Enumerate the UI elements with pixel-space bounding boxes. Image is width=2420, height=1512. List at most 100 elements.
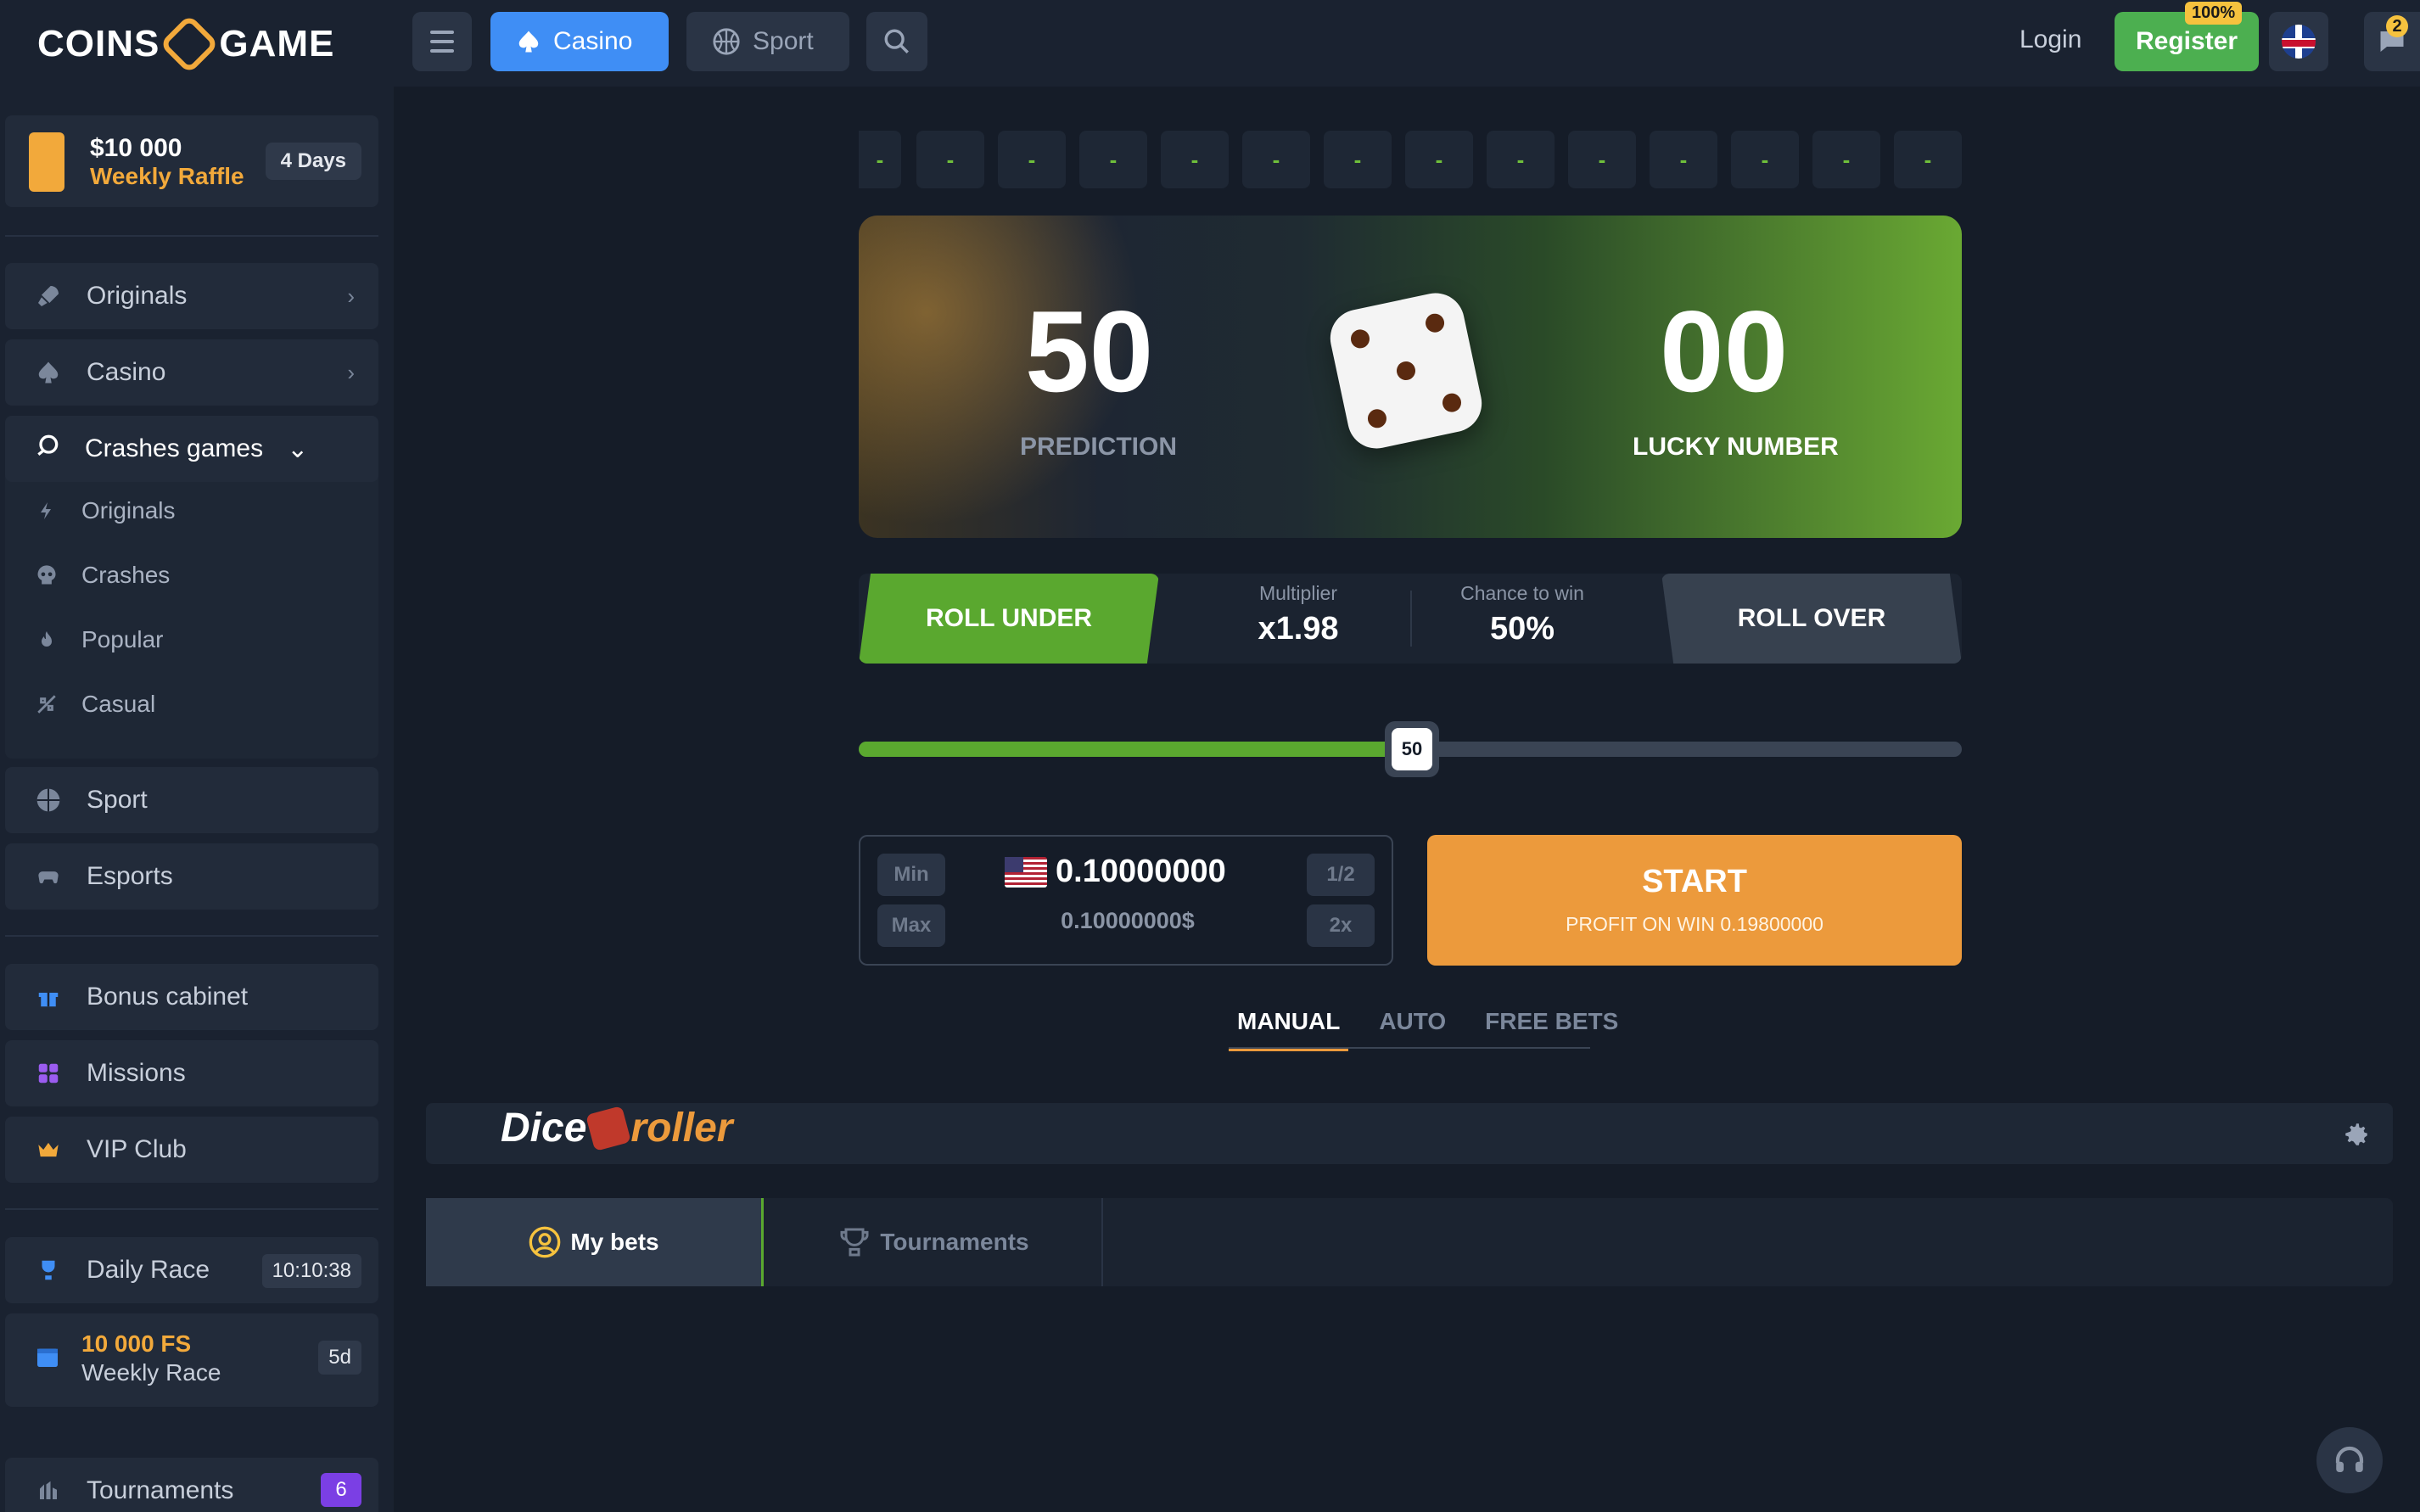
start-button[interactable]: START PROFIT ON WIN 0.19800000 [1427, 835, 1962, 966]
bet-mode-tabs: MANUAL AUTO FREE BETS [1229, 1008, 1627, 1051]
sidebar-item-tournaments[interactable]: Tournaments 6 [5, 1458, 378, 1512]
history-item: - [916, 131, 984, 188]
game-brand-bar: Dice roller [426, 1103, 2393, 1164]
sidebar-subitem-crashes[interactable]: Crashes [34, 562, 170, 589]
history-item: - [1324, 131, 1392, 188]
red-dice-icon [585, 1105, 632, 1151]
history-item: - [1242, 131, 1310, 188]
bet-amount-input[interactable]: 0.10000000 [1005, 854, 1226, 890]
coin-logo-icon [160, 14, 220, 75]
casual-icon [34, 692, 59, 717]
history-item: - [1731, 131, 1799, 188]
divider [5, 235, 378, 237]
chevron-right-icon: › [347, 283, 355, 309]
tournament-icon [34, 1476, 63, 1505]
weekly-race-days: 5d [318, 1341, 361, 1375]
raffle-amount: $10 000 [90, 134, 182, 162]
register-bonus-badge: 100% [2185, 2, 2243, 25]
bet-amount-box: Min Max 0.10000000 0.10000000$ 1/2 2x [859, 835, 1393, 966]
us-flag-icon [1005, 856, 1047, 888]
support-button[interactable] [2316, 1427, 2383, 1493]
roll-controls: ROLL UNDER Multiplier x1.98 Chance to wi… [859, 574, 1962, 664]
tab-auto[interactable]: AUTO [1370, 1008, 1454, 1051]
basketball-icon [713, 28, 740, 55]
bets-tabs: My bets Tournaments [426, 1198, 2393, 1286]
prediction-label: PREDICTION [1020, 433, 1178, 461]
trophy-icon [840, 1228, 869, 1257]
divider [1410, 591, 1412, 647]
missions-grid-icon [34, 1059, 63, 1088]
sidebar-item-originals[interactable]: Originals › [5, 263, 378, 329]
language-button[interactable] [2269, 12, 2328, 71]
half-bet-button[interactable]: 1/2 [1307, 854, 1375, 896]
raffle-days-badge: 4 Days [265, 143, 361, 180]
login-link[interactable]: Login [2019, 25, 2081, 54]
dice-game-display: 50 PREDICTION 00 LUCKY NUMBER [859, 216, 1962, 538]
tab-casino[interactable]: Casino [490, 12, 669, 71]
chance-label: Chance to win [1460, 582, 1584, 604]
sidebar-item-weekly-race[interactable]: 10 000 FS Weekly Race 5d [5, 1313, 378, 1407]
skull-icon [34, 563, 59, 588]
rocket-icon [34, 282, 63, 311]
sidebar-item-daily-race[interactable]: Daily Race 10:10:38 [5, 1237, 378, 1303]
dice-icon [1325, 288, 1487, 454]
weekly-raffle-card[interactable]: $10 000 Weekly Raffle 4 Days [5, 115, 378, 207]
gamepad-icon [34, 862, 63, 891]
weekly-race-prize: 10 000 FS [81, 1330, 192, 1357]
slider-fill [859, 742, 1410, 757]
spade-icon [34, 358, 63, 387]
tab-my-bets[interactable]: My bets [426, 1198, 764, 1286]
tab-free-bets[interactable]: FREE BETS [1476, 1008, 1627, 1051]
double-bet-button[interactable]: 2x [1307, 904, 1375, 947]
history-item: - [1079, 131, 1147, 188]
roll-under-button[interactable]: ROLL UNDER [859, 574, 1159, 664]
history-item: - [1568, 131, 1636, 188]
roll-over-button[interactable]: ROLL OVER [1661, 574, 1962, 664]
sidebar-item-esports[interactable]: Esports [5, 843, 378, 910]
history-item: - [1161, 131, 1229, 188]
min-bet-button[interactable]: Min [877, 854, 945, 896]
settings-button[interactable] [2342, 1120, 2371, 1153]
history-item: - [859, 131, 901, 188]
slider-thumb[interactable]: 50 [1385, 721, 1439, 777]
calendar-icon [34, 1342, 61, 1375]
fire-icon [34, 627, 59, 652]
crown-icon [34, 1135, 63, 1164]
user-circle-icon [529, 1226, 561, 1258]
daily-race-timer: 10:10:38 [261, 1254, 361, 1288]
chevron-right-icon: › [347, 359, 355, 385]
divider [5, 935, 378, 937]
sidebar: $10 000 Weekly Raffle 4 Days Originals ›… [0, 87, 394, 1512]
sidebar-subitem-casual[interactable]: Casual [34, 691, 155, 718]
trophy-icon [34, 1256, 63, 1285]
ticket-icon [29, 132, 64, 192]
menu-button[interactable] [412, 12, 472, 71]
spade-icon [518, 31, 539, 53]
raffle-label: Weekly Raffle [90, 163, 244, 189]
sidebar-item-vip-club[interactable]: VIP Club [5, 1117, 378, 1183]
basketball-icon [34, 786, 63, 815]
tournaments-count: 6 [321, 1473, 361, 1507]
sidebar-item-bonus-cabinet[interactable]: Bonus cabinet [5, 964, 378, 1030]
sidebar-item-sport[interactable]: Sport [5, 767, 378, 833]
chance-value: 50% [1489, 611, 1555, 647]
sidebar-item-missions[interactable]: Missions [5, 1040, 378, 1106]
sidebar-subitem-popular[interactable]: Popular [34, 626, 164, 653]
history-item: - [998, 131, 1066, 188]
crash-icon [34, 432, 61, 466]
site-logo[interactable]: COINS GAME [37, 14, 334, 75]
history-item: - [1650, 131, 1717, 188]
sidebar-item-crash-games[interactable]: Crashes games ⌄ [5, 416, 378, 482]
slider-value: 50 [1392, 728, 1432, 770]
lightning-icon [34, 498, 59, 524]
top-bar: COINS GAME Casino Sport Login Register 10… [0, 0, 2420, 87]
tab-tournaments[interactable]: Tournaments [765, 1198, 1103, 1286]
hamburger-icon [430, 31, 454, 34]
uk-flag-icon [2282, 25, 2316, 59]
tab-sport[interactable]: Sport [686, 12, 849, 71]
tab-manual[interactable]: MANUAL [1229, 1008, 1349, 1051]
sidebar-item-casino[interactable]: Casino › [5, 339, 378, 406]
sidebar-subitem-originals[interactable]: Originals [34, 497, 175, 524]
search-button[interactable] [866, 12, 927, 71]
divider [5, 1208, 378, 1210]
